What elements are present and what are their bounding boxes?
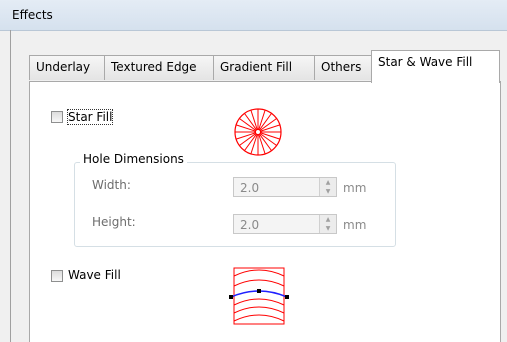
width-label: Width:	[92, 178, 131, 192]
wave-fill-label: Wave Fill	[68, 268, 121, 282]
height-label: Height:	[92, 215, 136, 229]
window-title: Effects	[12, 8, 53, 22]
tab-label: Underlay	[36, 60, 91, 74]
wave-fill-preview	[229, 267, 289, 325]
hole-dimensions-legend: Hole Dimensions	[80, 152, 187, 166]
tab-label: Gradient Fill	[220, 60, 293, 74]
height-spinbox[interactable]: 2.0 ▲ ▼	[233, 214, 337, 234]
hole-dimensions-group	[74, 162, 396, 247]
title-bar: Effects	[0, 0, 507, 31]
star-fill-preview	[234, 108, 282, 156]
tab-label: Others	[321, 60, 362, 74]
width-spin-down-icon[interactable]: ▼	[320, 187, 336, 196]
width-value: 2.0	[240, 181, 260, 195]
height-spin-buttons: ▲ ▼	[319, 215, 336, 233]
height-spin-down-icon[interactable]: ▼	[320, 224, 336, 233]
tab-gradient-fill[interactable]: Gradient Fill	[213, 55, 315, 80]
tab-textured-edge[interactable]: Textured Edge	[104, 55, 214, 80]
tab-others[interactable]: Others	[314, 55, 372, 80]
star-fill-checkbox[interactable]	[51, 111, 63, 123]
tab-label: Star & Wave Fill	[378, 55, 473, 69]
star-fill-label[interactable]: Star Fill	[66, 109, 114, 125]
left-border	[10, 30, 11, 342]
tab-star-wave-fill[interactable]: Star & Wave Fill	[371, 50, 500, 83]
width-spin-buttons: ▲ ▼	[319, 178, 336, 196]
width-spinbox[interactable]: 2.0 ▲ ▼	[233, 177, 337, 197]
height-unit: mm	[343, 218, 367, 232]
wave-fill-checkbox[interactable]	[51, 270, 63, 282]
height-value: 2.0	[240, 218, 260, 232]
width-unit: mm	[343, 181, 367, 195]
tab-label: Textured Edge	[111, 60, 197, 74]
tab-underlay[interactable]: Underlay	[29, 55, 105, 80]
